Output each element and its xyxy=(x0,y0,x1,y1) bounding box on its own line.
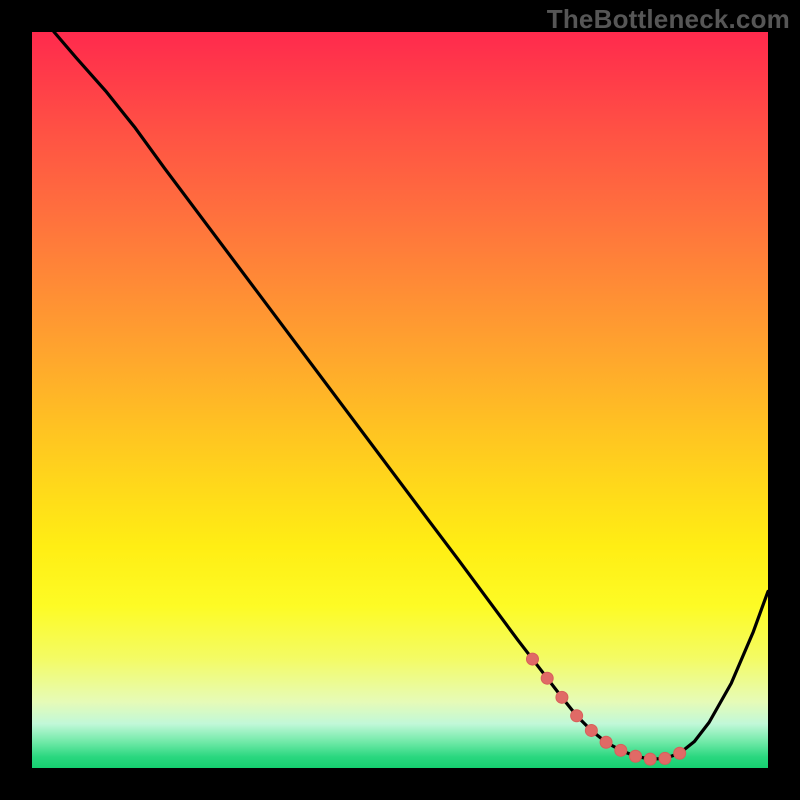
chart-highlight-dot xyxy=(630,750,642,762)
chart-highlight-dot xyxy=(541,672,553,684)
chart-svg xyxy=(32,32,768,768)
chart-highlight-dot xyxy=(556,691,568,703)
chart-main-curve xyxy=(32,32,768,759)
chart-highlight-dot xyxy=(526,653,538,665)
chart-highlight-dot xyxy=(585,724,597,736)
chart-highlight-dot xyxy=(659,752,671,764)
chart-highlight-dot xyxy=(600,736,612,748)
watermark-text: TheBottleneck.com xyxy=(547,4,790,35)
chart-highlight-dot xyxy=(615,744,627,756)
chart-highlight-dot xyxy=(644,753,656,765)
chart-plot-area xyxy=(32,32,768,768)
chart-highlight-dot xyxy=(571,710,583,722)
chart-highlight-dot xyxy=(674,747,686,759)
